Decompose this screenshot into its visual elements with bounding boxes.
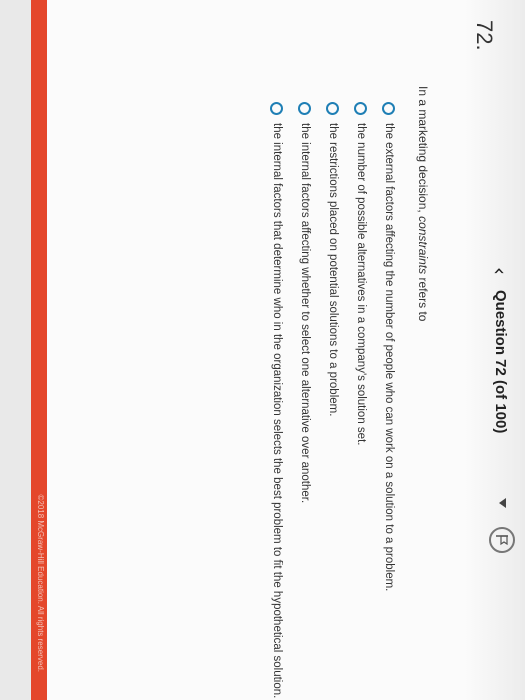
radio-button[interactable]: [382, 102, 396, 115]
radio-button[interactable]: [270, 102, 284, 115]
answer-option[interactable]: the internal factors that determine who …: [263, 102, 291, 698]
question-panel: ‹ Question 72 (of 100) 72. In a marketin…: [0, 0, 525, 700]
question-counter: Question 72 (of 100): [492, 290, 509, 434]
answer-option-text: the number of possible alternatives in a…: [355, 123, 367, 446]
bottom-shade: [0, 0, 31, 700]
previous-question-button[interactable]: ‹: [488, 262, 512, 280]
prompt-emphasis: constraints: [416, 216, 430, 275]
answer-option[interactable]: the external factors affecting the numbe…: [375, 102, 403, 682]
answer-option[interactable]: the restrictions placed on potential sol…: [319, 102, 347, 682]
flag-icon: [496, 535, 508, 546]
caret-down-icon[interactable]: [499, 498, 506, 508]
answer-option-text: the internal factors that determine who …: [271, 123, 283, 699]
radio-button[interactable]: [354, 102, 368, 115]
question-header: ‹ Question 72 (of 100): [477, 0, 517, 700]
rotated-viewport: ‹ Question 72 (of 100) 72. In a marketin…: [0, 0, 525, 700]
answer-option[interactable]: the number of possible alternatives in a…: [347, 102, 375, 682]
prompt-text-after: refers to: [416, 274, 430, 322]
answer-option[interactable]: the internal factors affecting whether t…: [291, 102, 319, 682]
prompt-text-before: In a marketing decision,: [416, 86, 430, 217]
footer-bar: ©2018 McGraw-Hill Education. All rights …: [31, 0, 47, 700]
radio-button[interactable]: [298, 102, 312, 115]
answer-option-text: the external factors affecting the numbe…: [383, 123, 395, 592]
answer-option-text: the restrictions placed on potential sol…: [327, 123, 339, 417]
radio-button[interactable]: [326, 102, 340, 115]
answer-option-text: the internal factors affecting whether t…: [299, 123, 311, 504]
question-number: 72.: [472, 20, 497, 51]
question-prompt: In a marketing decision, constraints ref…: [416, 86, 430, 321]
flag-button[interactable]: [489, 527, 515, 553]
chevron-left-icon: ‹: [488, 267, 512, 275]
answer-options: the external factors affecting the numbe…: [263, 102, 403, 698]
copyright-notice: ©2018 McGraw-Hill Education. All rights …: [36, 494, 45, 672]
